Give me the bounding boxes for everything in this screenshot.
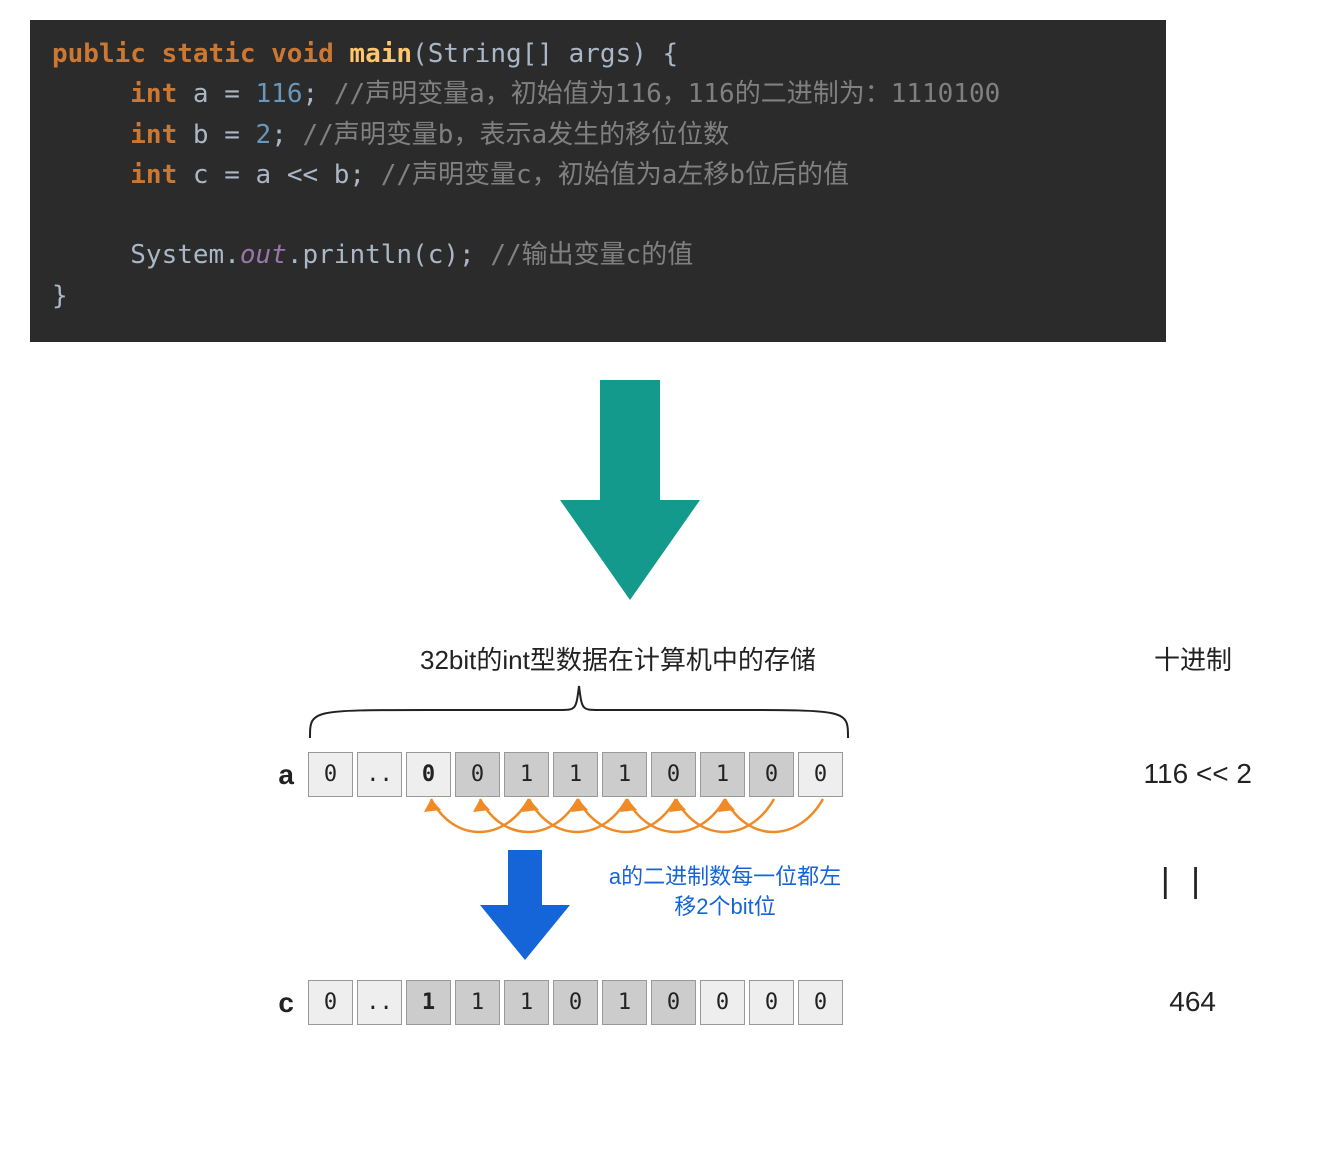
bit-cell: 0: [455, 752, 500, 797]
bit-row-c: c 0..111010000: [248, 980, 843, 1025]
bit-cell: 0: [700, 980, 745, 1025]
bit-cell: 1: [504, 752, 549, 797]
code-num: 2: [256, 120, 272, 150]
bit-cell: 1: [455, 980, 500, 1025]
code-text: b =: [177, 120, 255, 150]
bit-cell: 0: [308, 980, 353, 1025]
code-text: System.: [130, 240, 240, 270]
code-text: ;: [271, 120, 302, 150]
bit-cell: 0: [798, 752, 843, 797]
bit-cell: 0: [749, 980, 794, 1025]
code-fn: main: [334, 39, 412, 69]
code-text: a =: [177, 79, 255, 109]
decimal-header: 十进制: [1154, 640, 1232, 677]
bit-cell: 1: [602, 980, 647, 1025]
equals-sign: | |: [1161, 862, 1206, 901]
bit-cell: 1: [602, 752, 647, 797]
code-comment: //输出变量c的值: [490, 240, 693, 270]
code-kw: int: [130, 160, 177, 190]
bit-cell: 0: [406, 752, 451, 797]
bit-cell: 0: [308, 752, 353, 797]
bit-cell: 1: [700, 752, 745, 797]
down-arrow-icon: [560, 380, 700, 600]
bit-row-a: a 0..001110100: [248, 752, 843, 797]
bit-cell: 0: [651, 980, 696, 1025]
expr-a: 116 << 2: [1144, 758, 1252, 790]
code-comment: //声明变量b，表示a发生的移位位数: [303, 120, 730, 150]
code-kw: public static void: [52, 39, 334, 69]
bit-cell: ..: [357, 752, 402, 797]
brace-icon: [308, 680, 850, 740]
down-arrow-blue-icon: [480, 850, 570, 960]
code-comment: //声明变量a，初始值为116，116的二进制为：1110100: [334, 79, 1000, 109]
code-text: c = a << b;: [177, 160, 381, 190]
bit-cell: 0: [749, 752, 794, 797]
bit-cell: 1: [553, 752, 598, 797]
code-text: .println(c);: [287, 240, 491, 270]
bits-c: 0..111010000: [308, 980, 843, 1025]
code-text: (String[] args) {: [412, 39, 678, 69]
bit-cell: 0: [553, 980, 598, 1025]
code-text: }: [52, 281, 68, 311]
bits-a: 0..001110100: [308, 752, 843, 797]
code-kw: int: [130, 79, 177, 109]
shift-arcs-icon: [304, 795, 864, 845]
bit-cell: 1: [406, 980, 451, 1025]
code-field: out: [240, 240, 287, 270]
storage-label: 32bit的int型数据在计算机中的存储: [420, 640, 816, 677]
bit-cell: 0: [651, 752, 696, 797]
code-text: ;: [303, 79, 334, 109]
code-num: 116: [256, 79, 303, 109]
row-a-label: a: [248, 759, 294, 791]
row-c-label: c: [248, 987, 294, 1019]
bit-cell: ..: [357, 980, 402, 1025]
code-comment: //声明变量c，初始值为a左移b位后的值: [381, 160, 849, 190]
code-kw: int: [130, 120, 177, 150]
expr-c: 464: [1169, 986, 1216, 1018]
code-block: public static void main(String[] args) {…: [30, 20, 1166, 342]
bit-cell: 0: [798, 980, 843, 1025]
shift-note: a的二进制数每一位都左移2个bit位: [600, 862, 850, 921]
bit-cell: 1: [504, 980, 549, 1025]
